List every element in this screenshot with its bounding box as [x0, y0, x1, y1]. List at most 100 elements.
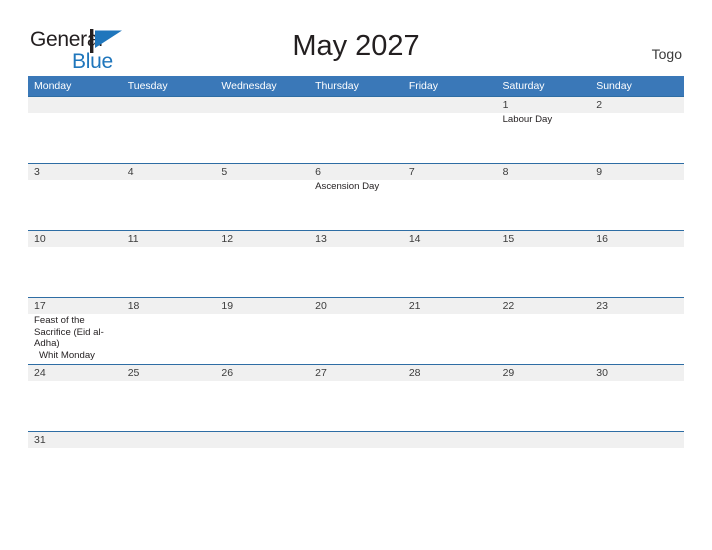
calendar-grid: Monday Tuesday Wednesday Thursday Friday Satu… — [28, 76, 684, 481]
calendar-day-cell[interactable]: 9 — [590, 164, 684, 230]
calendar-day-cell-empty — [403, 432, 497, 481]
event-label: Feast of the Sacrifice (Eid al-Adha) — [34, 315, 104, 350]
calendar-day-cell-empty — [215, 97, 309, 163]
calendar-day-cell[interactable]: 12 — [215, 231, 309, 297]
calendar-day-cell[interactable]: 2 — [590, 97, 684, 163]
calendar-day-cell[interactable]: 19 — [215, 298, 309, 364]
page-header: General Blue May 2027 Togo — [0, 0, 712, 76]
calendar-day-cell[interactable]: 18 — [122, 298, 216, 364]
calendar-day-cell[interactable]: 28 — [403, 365, 497, 431]
calendar-day-cell[interactable]: 29 — [497, 365, 591, 431]
calendar-day-cell[interactable]: 31 — [28, 432, 122, 481]
calendar-day-cell[interactable]: 22 — [497, 298, 591, 364]
day-number: 17 — [34, 300, 46, 312]
day-number — [497, 432, 591, 448]
calendar-week-row: 17 Feast of the Sacrifice (Eid al-Adha) Wh… — [28, 297, 684, 364]
calendar-day-cell[interactable]: 15 — [497, 231, 591, 297]
weekday-header-saturday: Saturday — [502, 80, 545, 92]
calendar-week-row: 24 25 26 27 28 29 30 — [28, 364, 684, 431]
calendar-day-cell[interactable]: 8 — [497, 164, 591, 230]
day-number: 4 — [127, 166, 134, 178]
day-number: 13 — [315, 233, 327, 245]
day-number: 22 — [502, 300, 515, 312]
calendar-day-cell[interactable]: 21 — [403, 298, 497, 364]
day-number — [309, 97, 403, 113]
calendar-day-cell-empty — [215, 432, 309, 481]
day-number: 24 — [34, 367, 46, 379]
calendar-day-cell[interactable]: 7 — [403, 164, 497, 230]
calendar-day-cell-empty — [497, 432, 591, 481]
calendar-week-row: 10 11 12 13 14 15 16 — [28, 230, 684, 297]
calendar-day-cell-empty — [309, 432, 403, 481]
calendar-day-cell[interactable]: 24 — [28, 365, 122, 431]
calendar-day-cell[interactable]: 6 Ascension Day — [309, 164, 403, 230]
page-title: May 2027 — [292, 30, 420, 62]
calendar-day-cell[interactable]: 13 — [309, 231, 403, 297]
calendar-day-cell-empty — [122, 432, 216, 481]
day-number — [309, 432, 403, 448]
calendar-day-cell[interactable]: 25 — [122, 365, 216, 431]
day-number: 23 — [596, 300, 608, 312]
weekday-header-sunday: Sunday — [596, 80, 632, 92]
day-number — [122, 432, 216, 448]
day-number — [403, 97, 497, 113]
day-number: 21 — [408, 300, 421, 312]
day-number: 26 — [221, 367, 234, 379]
calendar-day-cell[interactable]: 1 Labour Day — [497, 97, 591, 163]
calendar-week-row: 3 4 5 6 Ascension Day 7 8 9 — [28, 163, 684, 230]
day-number: 8 — [502, 166, 509, 178]
calendar-day-cell-empty — [403, 97, 497, 163]
calendar-day-cell[interactable]: 27 — [309, 365, 403, 431]
weekday-header-row: Monday Tuesday Wednesday Thursday Friday Satu… — [28, 76, 684, 96]
calendar-day-cell[interactable]: 11 — [122, 231, 216, 297]
event-label: Labour Day — [502, 114, 553, 125]
day-number: 16 — [596, 233, 608, 245]
weekday-header-tuesday: Tuesday — [127, 80, 168, 92]
day-number — [28, 97, 122, 113]
day-number: 3 — [34, 166, 40, 178]
day-events: Labour Day — [497, 113, 591, 126]
calendar-day-cell[interactable]: 26 — [215, 365, 309, 431]
calendar-day-cell[interactable]: 16 — [590, 231, 684, 297]
calendar-day-cell[interactable]: 17 Feast of the Sacrifice (Eid al-Adha) Wh… — [28, 298, 122, 364]
day-number: 11 — [127, 233, 139, 245]
calendar-day-cell[interactable]: 4 — [122, 164, 216, 230]
day-number: 2 — [596, 99, 603, 111]
day-number: 6 — [315, 166, 321, 178]
calendar-day-cell[interactable]: 10 — [28, 231, 122, 297]
day-number: 9 — [596, 166, 603, 178]
day-number: 1 — [502, 99, 509, 111]
day-number: 20 — [315, 300, 327, 312]
calendar-week-row: 1 Labour Day 2 — [28, 96, 684, 163]
calendar-day-cell[interactable]: 5 — [215, 164, 309, 230]
event-label: Ascension Day — [315, 181, 380, 192]
calendar-day-cell[interactable]: 20 — [309, 298, 403, 364]
calendar-day-cell[interactable]: 30 — [590, 365, 684, 431]
day-number: 30 — [596, 367, 608, 379]
day-number: 19 — [221, 300, 234, 312]
calendar-day-cell[interactable]: 14 — [403, 231, 497, 297]
calendar-day-cell-empty — [122, 97, 216, 163]
day-number — [590, 432, 684, 448]
day-number: 29 — [502, 367, 515, 379]
calendar-week-row: 31 — [28, 431, 684, 481]
day-number: 14 — [408, 233, 421, 245]
calendar-day-cell[interactable]: 3 — [28, 164, 122, 230]
day-number: 18 — [127, 300, 140, 312]
day-number — [215, 432, 309, 448]
calendar-day-cell-empty — [28, 97, 122, 163]
day-number: 31 — [34, 434, 46, 446]
calendar-day-cell-empty — [309, 97, 403, 163]
day-number — [403, 432, 497, 448]
calendar-day-cell-empty — [590, 432, 684, 481]
day-number: 12 — [221, 233, 234, 245]
day-number — [122, 97, 216, 113]
region-label: Togo — [651, 46, 682, 62]
day-number: 25 — [127, 367, 140, 379]
day-number: 27 — [315, 367, 327, 379]
calendar-day-cell[interactable]: 23 — [590, 298, 684, 364]
day-number: 10 — [34, 233, 46, 245]
weekday-header-monday: Monday — [34, 80, 72, 92]
day-number — [215, 97, 309, 113]
calendar-weeks: 1 Labour Day 2 3 4 5 6 Ascension Day 7 8 9 10 11 12 13… — [28, 96, 684, 481]
